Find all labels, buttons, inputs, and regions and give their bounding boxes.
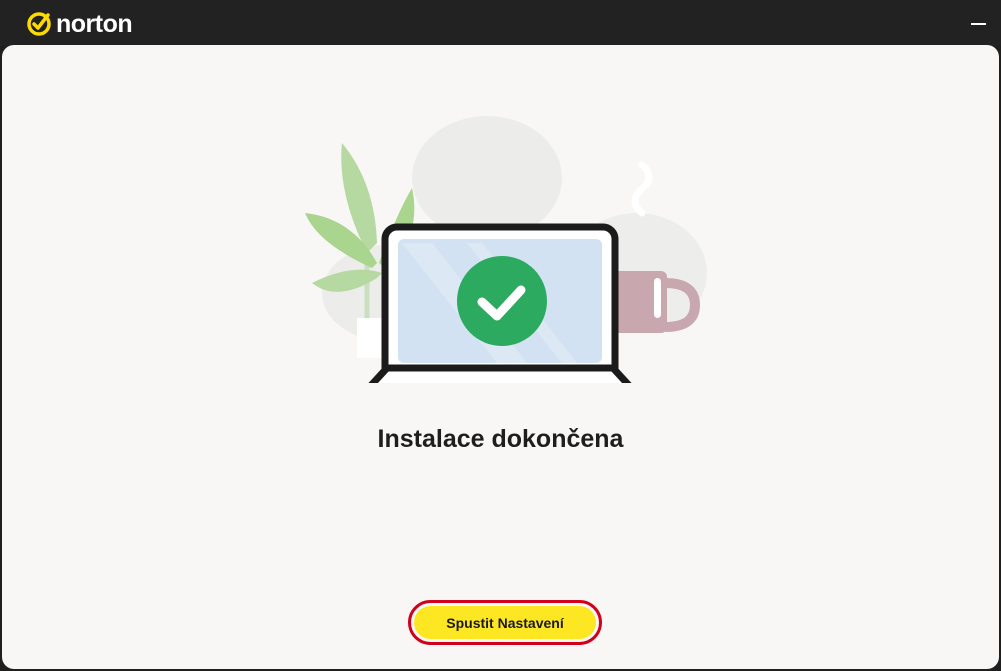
minimize-icon [971,23,986,25]
title-bar: norton [0,0,1001,46]
norton-checkmark-icon [27,12,51,36]
installation-illustration [305,116,707,383]
page-title: Instalace dokončena [377,425,624,453]
minimize-button[interactable] [965,10,993,34]
brand: norton [26,9,133,38]
launch-setup-button[interactable]: Spustit Nastavení [408,600,602,645]
launch-setup-button-label: Spustit Nastavení [414,606,596,639]
checkmark-icon [457,256,547,346]
main-panel: Instalace dokončena Spustit Nastavení [2,45,999,669]
brand-name: norton [56,9,133,38]
